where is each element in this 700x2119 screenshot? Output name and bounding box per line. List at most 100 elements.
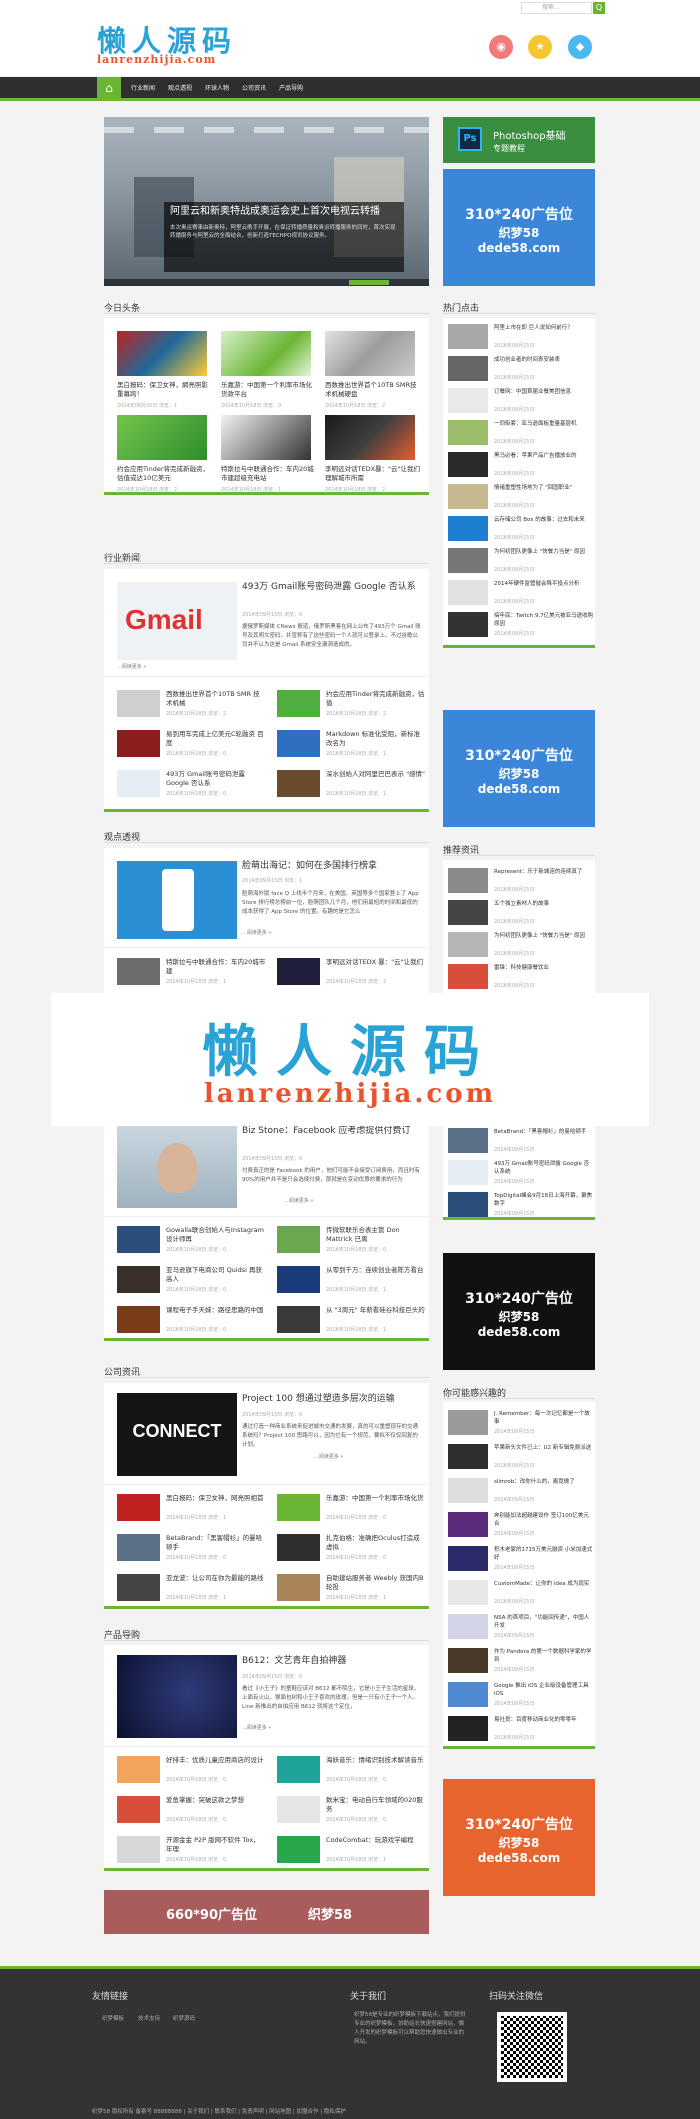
ad-660x90[interactable]: 660*90广告位 织梦58 xyxy=(104,1890,429,1934)
product-thumb-3[interactable] xyxy=(117,1796,160,1823)
maylike-title[interactable]: 奔别能加法超越建设作 签订100亿美元合 xyxy=(494,1512,594,1528)
viewpoint-title-2[interactable]: 李明远对话TEDX 暴："云"让我们 xyxy=(326,958,426,976)
industry-title-1[interactable]: 西数推出世界首个10TB SMR 技术机械 xyxy=(166,690,266,708)
today-thumb-3[interactable] xyxy=(325,331,415,376)
hot-title[interactable]: 云存储公司 Box 的故事：过去和未来 xyxy=(494,516,594,532)
slider-active-dot[interactable] xyxy=(349,280,389,285)
recommend-title[interactable]: TopDigital峰会9月18日上海开幕，聚焦数字 xyxy=(494,1192,594,1208)
maylike-item[interactable]: J. Remember：每一次记忆都是一个故事 2014年09月15日 xyxy=(448,1408,593,1438)
ad-310x240-3[interactable]: 310*240广告位 织梦58 dede58.com xyxy=(443,1253,595,1370)
maylike-item[interactable]: 苹果新头文件已上：U2 新专辑免费派送 2014年09月15日 xyxy=(448,1442,593,1472)
product-title-4[interactable]: 数米宝：电动自行车领域的020服务 xyxy=(326,1796,426,1814)
recommend-title[interactable]: Represent：乐于新城连的连续真了 xyxy=(494,868,594,884)
company-thumb-3[interactable] xyxy=(117,1534,160,1561)
maylike-title[interactable]: 苹果新头文件已上：U2 新专辑免费派送 xyxy=(494,1444,594,1460)
people-title-2[interactable]: 传微软联乐合表主管 Don Mattrick 已离 xyxy=(326,1226,426,1244)
company-more-link[interactable]: ...阅读更多 » xyxy=(314,1453,343,1460)
product-feature-thumb[interactable] xyxy=(117,1655,237,1738)
product-title-6[interactable]: CodeCombat：玩游戏学编程 xyxy=(326,1836,426,1854)
star-icon[interactable]: ★ xyxy=(528,35,552,59)
hot-item[interactable]: 情绪重塑性场地为了 "回国职业" 2014年09月15日 xyxy=(448,482,593,512)
industry-thumb-4[interactable] xyxy=(277,730,320,757)
maylike-item[interactable]: CustomMade：让你的 idea 成为现实 2014年09月15日 xyxy=(448,1578,593,1608)
maylike-item[interactable]: 作为 Pandora 的第一个数据科学家的学到 2014年09月15日 xyxy=(448,1646,593,1676)
people-more-link[interactable]: ...阅读更多 » xyxy=(284,1197,313,1204)
ad-310x240-1[interactable]: 310*240广告位 织梦58 dede58.com xyxy=(443,169,595,286)
viewpoint-thumb-1[interactable] xyxy=(117,958,160,985)
maylike-item[interactable]: slimrob：改你什么的，离竟做了 2014年09月15日 xyxy=(448,1476,593,1506)
industry-title-6[interactable]: 深水创始人对阿里巴巴表示 "感情" xyxy=(326,770,426,788)
today-thumb-5[interactable] xyxy=(221,415,311,460)
recommend-item[interactable]: 雷锋：科技健康餐饮业 2014年09月15日 xyxy=(448,962,593,992)
today-title-4[interactable]: 约会应用Tinder将完成新融资，估值或达10亿美元 xyxy=(117,465,212,483)
nav-item-product[interactable]: 产品导购 xyxy=(279,77,303,101)
maylike-title[interactable]: 积木老家的1715万美元融资 小米加速式好 xyxy=(494,1546,594,1562)
recommend-title[interactable]: 为何初团队更像上 "快餐力当是" 原因 xyxy=(494,932,594,948)
company-title-6[interactable]: 自助建站服务者 Weebly 获国内B轮投 xyxy=(326,1574,426,1592)
today-title-3[interactable]: 西数推出世界首个10TB SMR技术机械硬盘 xyxy=(325,381,420,399)
today-title-2[interactable]: 乐嘉游：中国第一个利率市场化货款平台 xyxy=(221,381,316,399)
people-feature-title[interactable]: Biz Stone：Facebook 应考虑提供付费订 xyxy=(242,1125,422,1151)
today-title-5[interactable]: 特斯拉与中联通合作：车内20城市建超级充电站 xyxy=(221,465,316,483)
maylike-title[interactable]: Google 推出 iOS 企业级设备管理工具 iOS xyxy=(494,1682,594,1698)
people-title-4[interactable]: 从零到千万：连续创业者陈方看台 xyxy=(326,1266,426,1284)
company-title-4[interactable]: 扎克伯格：准确把Oculus打造成虚拟 xyxy=(326,1534,426,1552)
industry-feature-thumb[interactable]: Gmail xyxy=(117,582,237,660)
industry-thumb-6[interactable] xyxy=(277,770,320,797)
maylike-title[interactable]: CustomMade：让你的 idea 成为现实 xyxy=(494,1580,594,1596)
company-thumb-2[interactable] xyxy=(277,1494,320,1521)
hot-item[interactable]: 黑马必看：苹果产品广告播放业的 2014年09月15日 xyxy=(448,450,593,480)
industry-more-link[interactable]: ...阅读更多 » xyxy=(117,663,146,670)
industry-title-2[interactable]: 约会应用Tinder将完成新融资，估值 xyxy=(326,690,426,708)
hot-item[interactable]: 一同街套：亚马逊面板重量基层机 2014年09月15日 xyxy=(448,418,593,448)
footer-link-1[interactable]: 织梦模板 xyxy=(102,2014,124,2022)
viewpoint-feature-title[interactable]: 脸萌出海记：如何在多国排行榜拿 xyxy=(242,860,422,874)
nav-item-people[interactable]: 环球人物 xyxy=(205,77,229,101)
hot-title[interactable]: 黑马必看：苹果产品广告播放业的 xyxy=(494,452,594,468)
product-thumb-4[interactable] xyxy=(277,1796,320,1823)
viewpoint-more-link[interactable]: ...阅读更多 » xyxy=(242,929,271,936)
people-feature-thumb[interactable] xyxy=(117,1125,237,1208)
industry-thumb-3[interactable] xyxy=(117,730,160,757)
product-title-1[interactable]: 好排丰：优质儿童应用商店的设计 xyxy=(166,1756,266,1774)
people-title-6[interactable]: 从 "3周元" 年薪看硅谷科技巨头的 xyxy=(326,1306,426,1324)
people-thumb-4[interactable] xyxy=(277,1266,320,1293)
hot-item[interactable]: 成功创业者的时间表安装表 2014年09月15日 xyxy=(448,354,593,384)
logo-domain[interactable]: lanrenzhijia.com xyxy=(97,53,216,66)
product-feature-title[interactable]: B612：文艺青年自拍神器 xyxy=(242,1655,422,1669)
qq-icon[interactable]: ◆ xyxy=(568,35,592,59)
ad-310x240-2[interactable]: 310*240广告位 织梦58 dede58.com xyxy=(443,710,595,827)
hot-title[interactable]: 搞年底：Twitch 9.7亿美元被亚马逊收购原因 xyxy=(494,612,594,628)
hot-title[interactable]: 订餐网：中国首届业餐美团信息 xyxy=(494,388,594,404)
hot-item[interactable]: 为何初团队更像上 "快餐力当是" 原因 2014年09月15日 xyxy=(448,546,593,576)
ps-tutorial-banner[interactable]: Ps Photoshop基础 专题教程 xyxy=(443,117,595,163)
hot-title[interactable]: 为何初团队更像上 "快餐力当是" 原因 xyxy=(494,548,594,564)
industry-title-5[interactable]: 493万 Gmail账号密码泄露 Google 否认系 xyxy=(166,770,266,788)
company-title-1[interactable]: 黑白报码：保卫女神，网亮照相首 xyxy=(166,1494,266,1512)
hot-title[interactable]: 阿里上市在即 巨人说如何前行？ xyxy=(494,324,594,340)
industry-title-4[interactable]: Markdown 标准化受阻，新标准改名为 xyxy=(326,730,426,748)
home-icon[interactable]: ⌂ xyxy=(97,77,121,101)
industry-title-3[interactable]: 易到用车完成上亿美元C轮融资 百度 xyxy=(166,730,266,748)
today-thumb-4[interactable] xyxy=(117,415,207,460)
maylike-title[interactable]: slimrob：改你什么的，离竟做了 xyxy=(494,1478,594,1494)
nav-item-viewpoint[interactable]: 观点透视 xyxy=(168,77,192,101)
product-thumb-5[interactable] xyxy=(117,1836,160,1863)
people-thumb-1[interactable] xyxy=(117,1226,160,1253)
recommend-item[interactable]: Represent：乐于新城连的连续真了 2014年09月15日 xyxy=(448,866,593,896)
maylike-title[interactable]: J. Remember：每一次记忆都是一个故事 xyxy=(494,1410,594,1426)
today-thumb-6[interactable] xyxy=(325,415,415,460)
maylike-title[interactable]: 作为 Pandora 的第一个数据科学家的学到 xyxy=(494,1648,594,1664)
company-thumb-4[interactable] xyxy=(277,1534,320,1561)
hot-title[interactable]: 成功创业者的时间表安装表 xyxy=(494,356,594,372)
maylike-item[interactable]: 易社员：百度移动商业化的零零年 2014年09月15日 xyxy=(448,1714,593,1744)
product-more-link[interactable]: ...阅读更多 » xyxy=(242,1724,271,1731)
product-title-2[interactable]: 海妖音乐：情绪识别技术解读音乐 xyxy=(326,1756,426,1774)
recommend-item[interactable]: 五个独立素材人的故事 2014年09月15日 xyxy=(448,898,593,928)
footer-link-2[interactable]: 技术支持 xyxy=(138,2014,160,2022)
today-title-1[interactable]: 黑白报码：保卫女神，網亮照影重幕跨！ xyxy=(117,381,212,399)
company-title-5[interactable]: 亚龙波：让公司在你为最能的路线 xyxy=(166,1574,266,1592)
company-thumb-6[interactable] xyxy=(277,1574,320,1601)
people-title-5[interactable]: 课程电子手天妹：路径思路的中国 xyxy=(166,1306,266,1324)
people-thumb-3[interactable] xyxy=(117,1266,160,1293)
